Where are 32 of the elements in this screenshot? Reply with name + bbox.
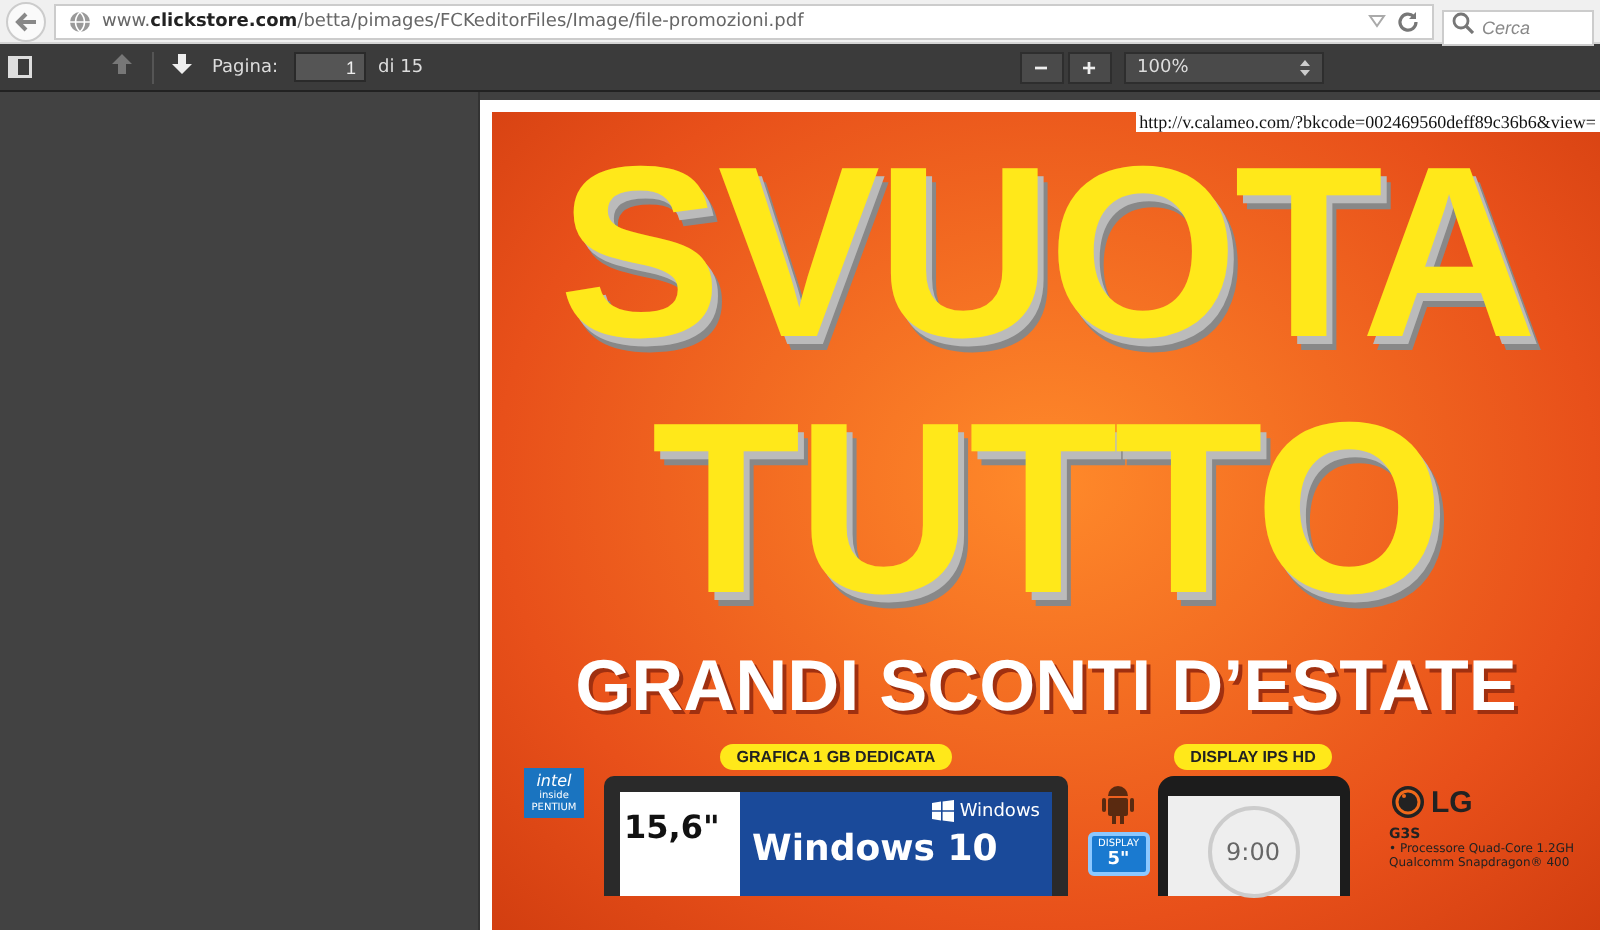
brand-text: LG [1431, 785, 1473, 819]
page-count: di 15 [378, 57, 424, 77]
feature-badge: DISPLAY IPS HD [1174, 744, 1332, 770]
page-label: Pagina: [212, 57, 279, 77]
badge-text: 5" [1107, 850, 1130, 870]
globe-icon [68, 9, 92, 33]
lg-logo-icon [1389, 784, 1426, 820]
search-field[interactable]: Cerca [1442, 9, 1594, 45]
url-text: www.clickstore.com/betta/pimages/FCKeditorFiles/Image/file-promozioni.pdf [102, 11, 804, 31]
android-robot-icon [1102, 780, 1135, 824]
clock-text: 9:00 [1226, 838, 1280, 866]
spinner-icon [1299, 59, 1310, 75]
reload-icon[interactable] [1396, 9, 1420, 33]
address-field[interactable]: www.clickstore.com/betta/pimages/FCKeditorFiles/Image/file-promozioni.pdf [54, 3, 1434, 39]
windows-logo-icon [931, 800, 954, 822]
product-title: Windows 10 [752, 828, 998, 870]
logo-text: Windows [959, 801, 1040, 821]
arrow-down-icon [170, 52, 194, 76]
zoom-select[interactable]: 100% [1123, 51, 1324, 83]
badge-text: intel [536, 772, 572, 790]
back-arrow-icon [12, 7, 40, 35]
page-number-field[interactable]: 1 [294, 52, 367, 82]
back-button[interactable] [6, 1, 46, 41]
headline: TUTTO [651, 380, 1441, 636]
size-label: 15,6" [620, 792, 740, 896]
feature-badge: GRAFICA 1 GB DEDICATA [720, 744, 952, 770]
subheadline: GRANDI SCONTI D’ESTATE [575, 644, 1517, 728]
dropdown-icon[interactable] [1368, 14, 1386, 28]
zoom-out-button[interactable]: − [1019, 51, 1064, 83]
zoom-in-button[interactable]: + [1067, 51, 1112, 83]
sidebar-toggle-icon[interactable] [8, 56, 32, 78]
arrow-up-icon [110, 52, 134, 76]
